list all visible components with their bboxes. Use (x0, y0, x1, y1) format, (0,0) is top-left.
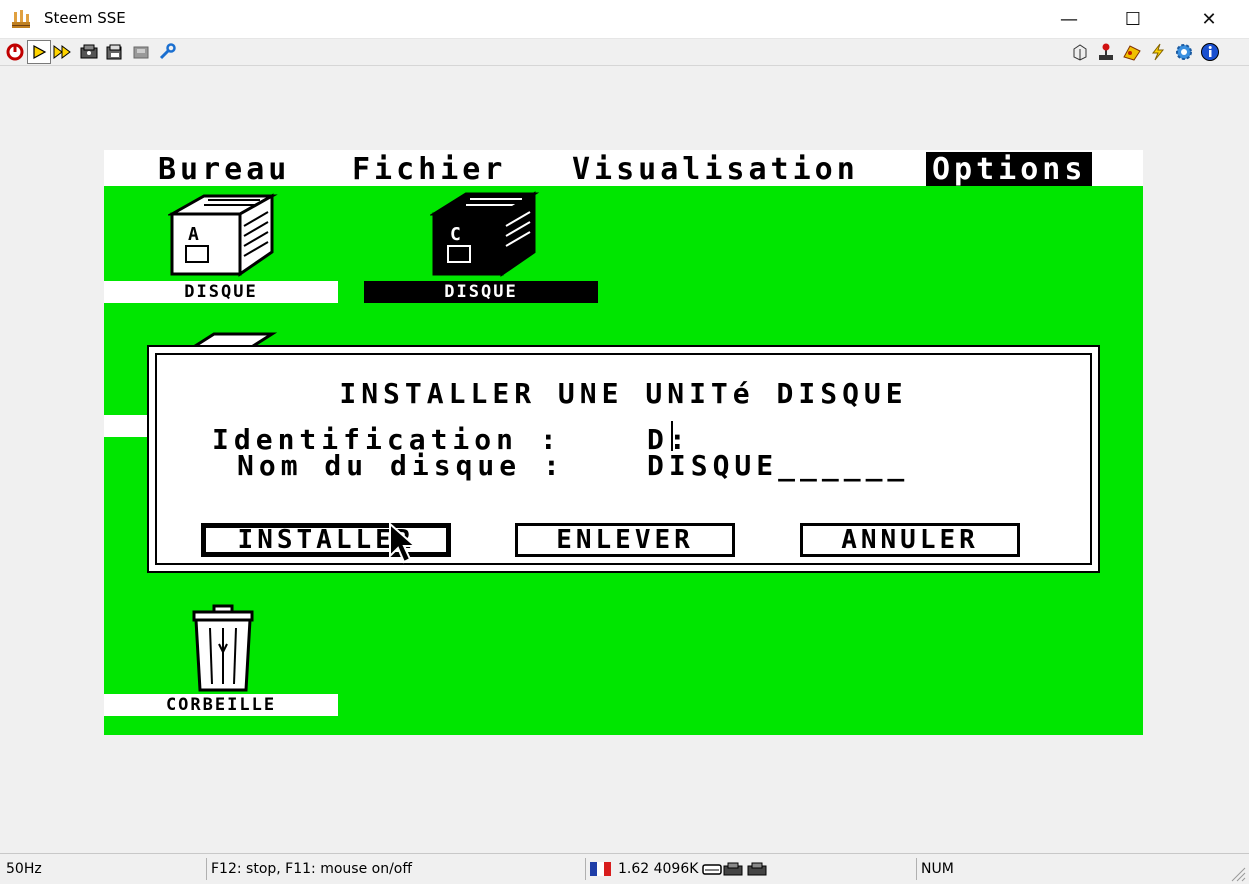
menu-fichier[interactable]: Fichier (352, 152, 506, 187)
disk-drive-icon[interactable] (78, 41, 100, 63)
drive-a-icon[interactable]: A (168, 192, 278, 282)
menu-bureau[interactable]: Bureau (158, 152, 290, 187)
trash-label: CORBEILLE (104, 694, 338, 716)
joystick-icon[interactable] (1095, 41, 1117, 63)
disk-name-label: Nom du disque : (237, 449, 565, 482)
fast-forward-icon[interactable] (52, 41, 74, 63)
tos-memory-text: 1.62 4096K (618, 861, 699, 877)
text-cursor (671, 421, 673, 451)
title-bar: Steem SSE — ☐ ✕ (0, 0, 1249, 39)
svg-text:C: C (450, 224, 461, 245)
close-button[interactable]: ✕ (1186, 0, 1232, 38)
svg-text:A: A (188, 224, 199, 245)
toolbar (0, 39, 1249, 66)
drive-b-label: DISQUE (364, 281, 598, 303)
steem-app-icon (12, 10, 30, 28)
window-title: Steem SSE (44, 9, 126, 27)
info-icon[interactable] (1199, 41, 1221, 63)
minimize-button[interactable]: — (1046, 0, 1092, 38)
power-icon[interactable] (4, 41, 26, 63)
cancel-button[interactable]: ANNULER (800, 523, 1020, 557)
status-bar: 50Hz F12: stop, F11: mouse on/off 1.62 4… (0, 853, 1249, 884)
options-gear-icon[interactable] (1173, 41, 1195, 63)
dialog-title: INSTALLER UNE UNITé DISQUE (339, 377, 908, 410)
machine-info: 1.62 4096K (585, 858, 910, 880)
play-icon[interactable] (27, 40, 51, 64)
patches-icon[interactable] (1121, 41, 1143, 63)
disk-name-input[interactable]: DISQUE______ (647, 449, 909, 482)
mouse-pointer-icon (389, 522, 418, 564)
shortcuts-icon[interactable] (1147, 41, 1169, 63)
disk-b-status-icon (747, 862, 767, 876)
disk-a-status-icon (723, 862, 743, 876)
hint-text: F12: stop, F11: mouse on/off (206, 858, 412, 880)
wrench-icon[interactable] (156, 41, 178, 63)
maximize-button[interactable]: ☐ (1110, 0, 1156, 38)
resize-grip-icon[interactable] (1228, 864, 1246, 882)
drive-b-icon[interactable]: C (430, 190, 540, 282)
refresh-rate: 50Hz (6, 861, 42, 877)
drive-light-icon (702, 864, 723, 875)
drive-c-label (104, 415, 148, 437)
atari-menu-bar: Bureau Fichier Visualisation Options (104, 150, 1143, 189)
remove-button[interactable]: ENLEVER (515, 523, 735, 557)
disk-swap-icon[interactable] (104, 41, 126, 63)
drive-a-label: DISQUE (104, 281, 338, 303)
menu-visualisation[interactable]: Visualisation (572, 152, 859, 187)
trash-icon[interactable] (186, 604, 260, 692)
memory-snapshot-icon[interactable] (130, 41, 152, 63)
french-flag-icon (590, 862, 611, 876)
cartridge-icon[interactable] (1069, 41, 1091, 63)
install-drive-dialog: INSTALLER UNE UNITé DISQUE Identificatio… (147, 345, 1100, 573)
num-lock-indicator: NUM (916, 858, 954, 880)
dialog-frame: INSTALLER UNE UNITé DISQUE Identificatio… (155, 353, 1092, 565)
menu-options[interactable]: Options (926, 152, 1093, 187)
